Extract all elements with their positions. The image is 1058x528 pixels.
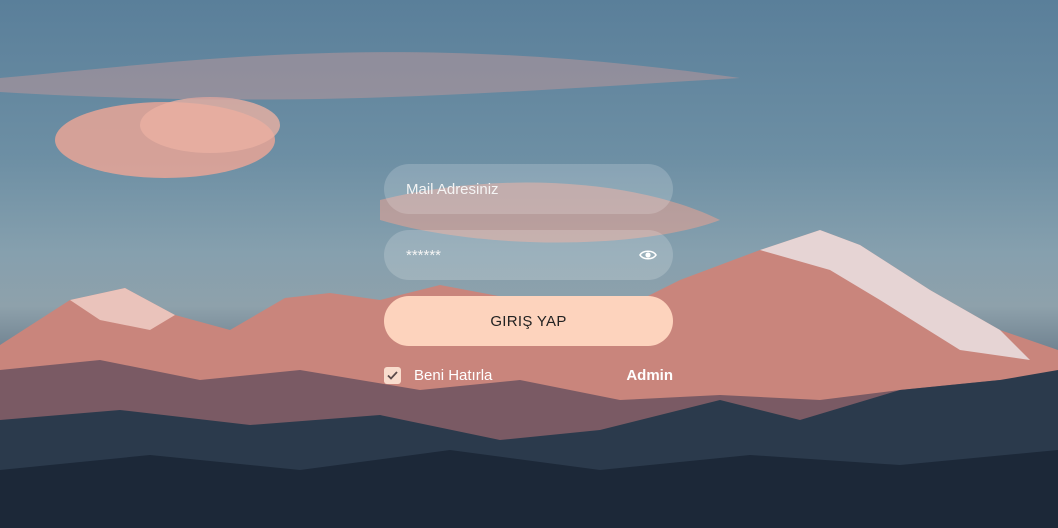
checkmark-icon[interactable] — [384, 367, 401, 384]
eye-icon[interactable] — [639, 247, 657, 263]
password-input[interactable] — [404, 245, 653, 265]
login-options-row: Beni Hatırla Admin — [384, 367, 673, 384]
remember-me-label: Beni Hatırla — [414, 367, 493, 384]
admin-link[interactable]: Admin — [626, 367, 673, 384]
login-button[interactable]: GIRIŞ YAP — [384, 296, 673, 346]
email-input[interactable] — [404, 179, 653, 199]
login-form: GIRIŞ YAP Beni Hatırla Admin — [384, 164, 673, 384]
password-field-container — [384, 230, 673, 280]
email-field-container — [384, 164, 673, 214]
remember-me-checkbox[interactable]: Beni Hatırla — [384, 367, 492, 384]
